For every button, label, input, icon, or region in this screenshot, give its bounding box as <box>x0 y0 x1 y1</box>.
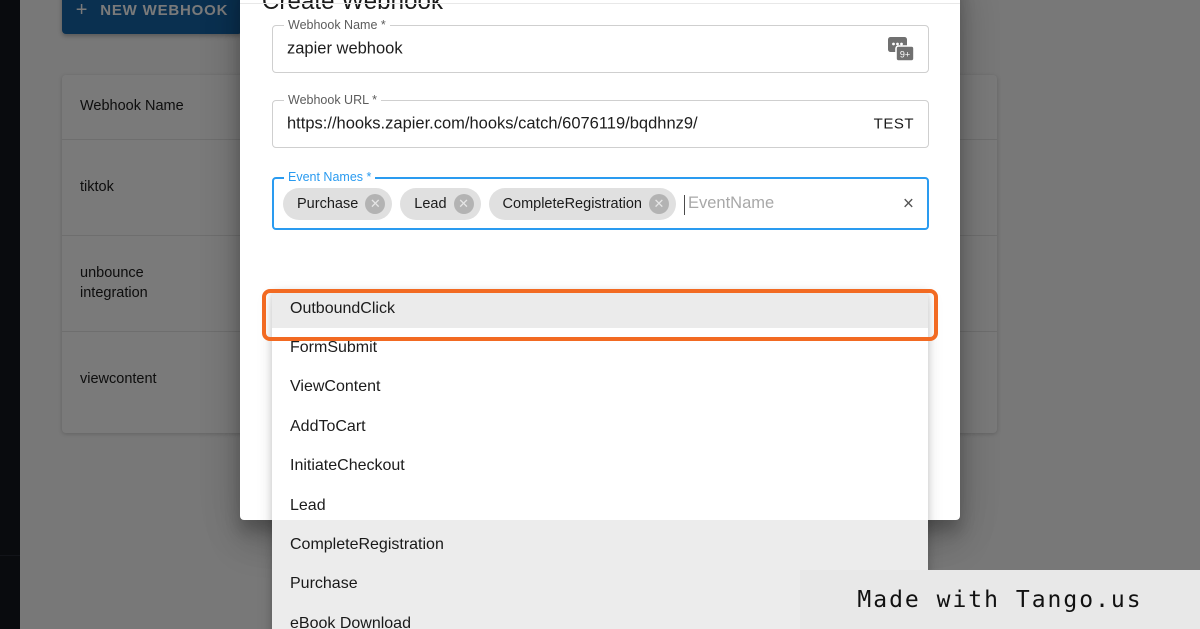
event-chip[interactable]: CompleteRegistration ✕ <box>488 187 676 220</box>
remove-chip-icon[interactable]: ✕ <box>453 193 474 214</box>
event-name-input-placeholder: EventName <box>687 194 775 212</box>
webhook-url-label: Webhook URL * <box>284 93 381 107</box>
webhook-name-label: Webhook Name * <box>284 18 390 32</box>
remove-chip-icon[interactable]: ✕ <box>365 193 386 214</box>
webhook-name-input[interactable]: zapier webhook <box>287 40 403 59</box>
dropdown-option[interactable]: AddToCart <box>272 407 928 446</box>
dropdown-option-label: ViewContent <box>290 378 381 396</box>
dropdown-option-label: eBook Download <box>290 614 411 629</box>
test-webhook-button[interactable]: TEST <box>874 116 914 133</box>
screen: + NEW WEBHOOK Webhook Name tiktok unboun… <box>0 0 1200 629</box>
webhook-url-input[interactable]: https://hooks.zapier.com/hooks/catch/607… <box>287 115 698 134</box>
remove-chip-icon[interactable]: ✕ <box>648 193 669 214</box>
clear-events-icon[interactable]: × <box>903 194 914 213</box>
dropdown-option[interactable]: FormSubmit <box>272 328 928 367</box>
event-names-chip-list: Purchase ✕ Lead ✕ CompleteRegistration ✕… <box>283 179 883 228</box>
webhook-url-field[interactable]: Webhook URL * https://hooks.zapier.com/h… <box>272 93 929 148</box>
dropdown-option-label: CompleteRegistration <box>290 536 444 554</box>
dropdown-option-label: AddToCart <box>290 417 366 435</box>
tango-watermark-label: Made with Tango.us <box>857 586 1143 613</box>
event-chip-label: Lead <box>414 195 447 212</box>
event-names-field[interactable]: Event Names * Purchase ✕ Lead ✕ Complete… <box>272 170 929 230</box>
event-chip-label: CompleteRegistration <box>502 195 642 212</box>
dropdown-option[interactable]: CompleteRegistration <box>272 525 928 564</box>
dropdown-option-label: InitiateCheckout <box>290 457 405 475</box>
dropdown-option[interactable]: InitiateCheckout <box>272 447 928 486</box>
dropdown-option-label: OutboundClick <box>290 299 395 317</box>
tango-watermark: Made with Tango.us <box>800 570 1200 629</box>
dropdown-option[interactable]: Lead <box>272 486 928 525</box>
svg-text:9+: 9+ <box>900 50 910 60</box>
dialog-title-divider <box>240 3 960 4</box>
comment-badge-icon[interactable]: 9+ <box>888 37 915 62</box>
dropdown-option-label: Purchase <box>290 575 358 593</box>
dropdown-option-label: Lead <box>290 496 326 514</box>
event-chip-label: Purchase <box>297 195 359 212</box>
dropdown-option-label: FormSubmit <box>290 339 378 357</box>
event-name-input[interactable]: EventName <box>683 194 775 215</box>
event-chip[interactable]: Lead ✕ <box>400 187 481 220</box>
event-chip[interactable]: Purchase ✕ <box>283 187 393 220</box>
webhook-name-field[interactable]: Webhook Name * zapier webhook 9+ <box>272 18 929 73</box>
dropdown-option[interactable]: OutboundClick <box>272 289 928 329</box>
dropdown-option[interactable]: ViewContent <box>272 368 928 407</box>
text-caret <box>683 195 685 215</box>
